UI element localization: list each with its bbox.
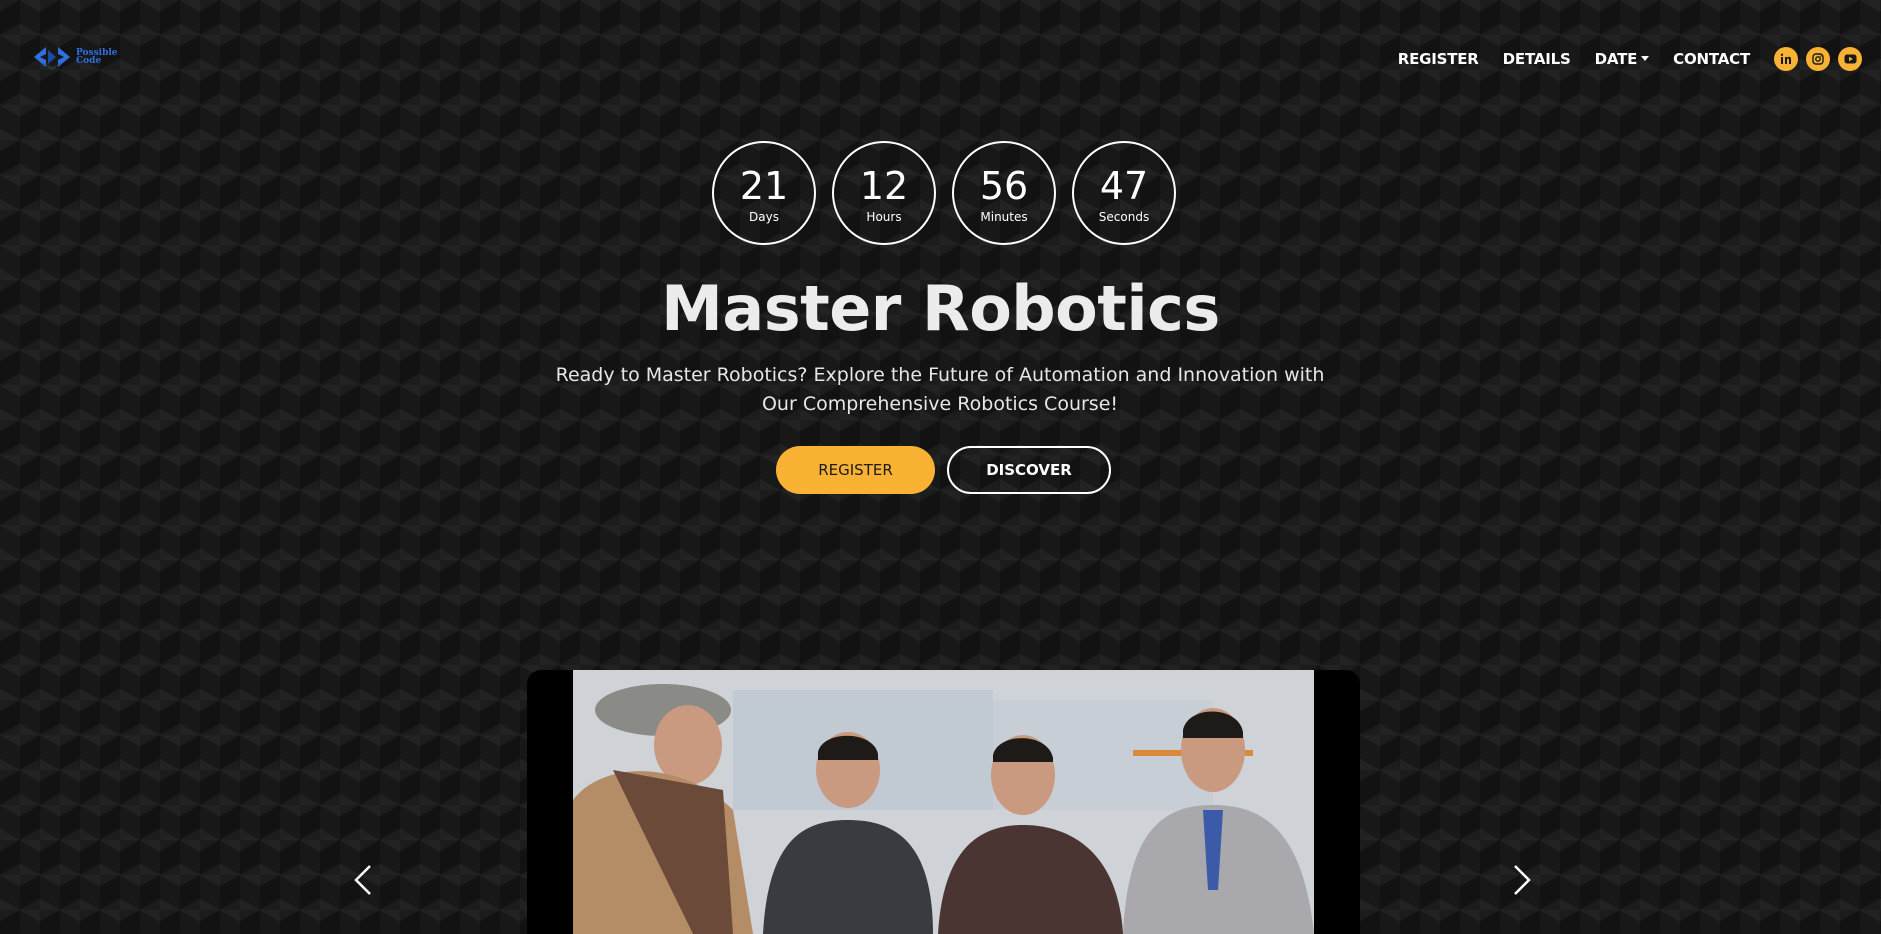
countdown-label: Seconds <box>1098 210 1150 224</box>
discover-button[interactable]: DISCOVER <box>947 446 1111 494</box>
carousel-next-arrow[interactable] <box>1507 862 1535 898</box>
countdown-timer: 21 Days 12 Hours 56 Minutes 47 Seconds <box>712 141 1176 245</box>
carousel-prev-arrow[interactable] <box>350 862 378 898</box>
countdown-label: Days <box>749 210 779 224</box>
nav-register-link[interactable]: REGISTER <box>1398 50 1479 68</box>
main-nav: REGISTER DETAILS DATE CONTACT <box>1398 47 1862 71</box>
instagram-icon[interactable] <box>1806 47 1830 71</box>
register-button[interactable]: REGISTER <box>776 446 935 494</box>
countdown-label: Hours <box>866 210 902 224</box>
brand-logo[interactable]: Possible Code <box>32 42 118 72</box>
countdown-days: 21 Days <box>712 141 816 245</box>
countdown-value: 56 <box>979 164 1029 208</box>
linkedin-icon[interactable] <box>1774 47 1798 71</box>
image-carousel <box>527 670 1360 934</box>
countdown-seconds: 47 Seconds <box>1072 141 1176 245</box>
hero-title: Master Robotics <box>661 272 1220 345</box>
youtube-icon[interactable] <box>1838 47 1862 71</box>
nav-details-link[interactable]: DETAILS <box>1503 50 1571 68</box>
hero-subtitle: Ready to Master Robotics? Explore the Fu… <box>555 364 1325 415</box>
nav-contact-link[interactable]: CONTACT <box>1673 50 1750 68</box>
countdown-value: 21 <box>739 164 789 208</box>
countdown-minutes: 56 Minutes <box>952 141 1056 245</box>
countdown-label: Minutes <box>980 210 1028 224</box>
social-links <box>1774 47 1862 71</box>
carousel-photo <box>573 670 1314 934</box>
countdown-value: 47 <box>1099 164 1149 208</box>
countdown-value: 12 <box>859 164 909 208</box>
logo-text: Possible Code <box>76 48 118 66</box>
nav-date-dropdown[interactable]: DATE <box>1595 50 1650 68</box>
countdown-hours: 12 Hours <box>832 141 936 245</box>
logo-icon <box>34 47 70 70</box>
group-photo-image <box>573 670 1314 934</box>
caret-down-icon <box>1641 55 1650 61</box>
